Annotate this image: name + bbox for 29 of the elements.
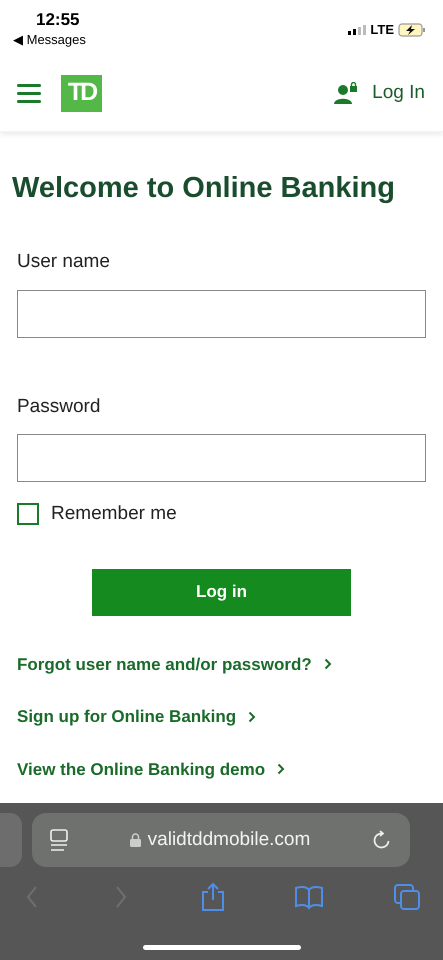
clock-time: 12:55	[36, 10, 80, 30]
log-in-link[interactable]: Log In	[372, 78, 425, 108]
book-icon[interactable]	[294, 884, 324, 910]
text-link[interactable]: Forgot user name and/or password?	[17, 652, 426, 677]
chevron-right-icon	[277, 763, 286, 776]
log-in-button[interactable]: Log in	[92, 568, 351, 616]
page-title: Welcome to Online Banking	[12, 171, 396, 206]
lock-icon	[130, 833, 141, 847]
text-link[interactable]: View the Online Banking demo	[17, 756, 426, 782]
signal-icon	[348, 24, 366, 35]
url-text: validtddmobile.com	[148, 828, 310, 852]
checkbox-label: Remember me	[51, 502, 177, 526]
address-bar[interactable]: validtddmobile.com	[32, 813, 410, 867]
back-to-app-link[interactable]: ◀ Messages	[13, 30, 86, 50]
chevron-right-icon	[324, 658, 332, 670]
user-lock-icon	[334, 82, 358, 104]
network-type: LTE	[370, 21, 394, 39]
field-label: Password	[17, 394, 102, 418]
password-field[interactable]	[17, 434, 426, 482]
text-link[interactable]: Sign up for Online Banking	[17, 704, 426, 730]
chevron-right-icon	[248, 710, 256, 723]
tabs-icon[interactable]	[393, 883, 421, 911]
username-field[interactable]	[17, 290, 426, 338]
remember-checkbox[interactable]	[17, 503, 39, 526]
battery-charging-icon	[398, 22, 426, 37]
field-label: User name	[17, 250, 111, 274]
menu-icon[interactable]	[17, 84, 41, 102]
share-icon[interactable]	[200, 882, 226, 912]
reader-icon[interactable]	[49, 828, 69, 852]
